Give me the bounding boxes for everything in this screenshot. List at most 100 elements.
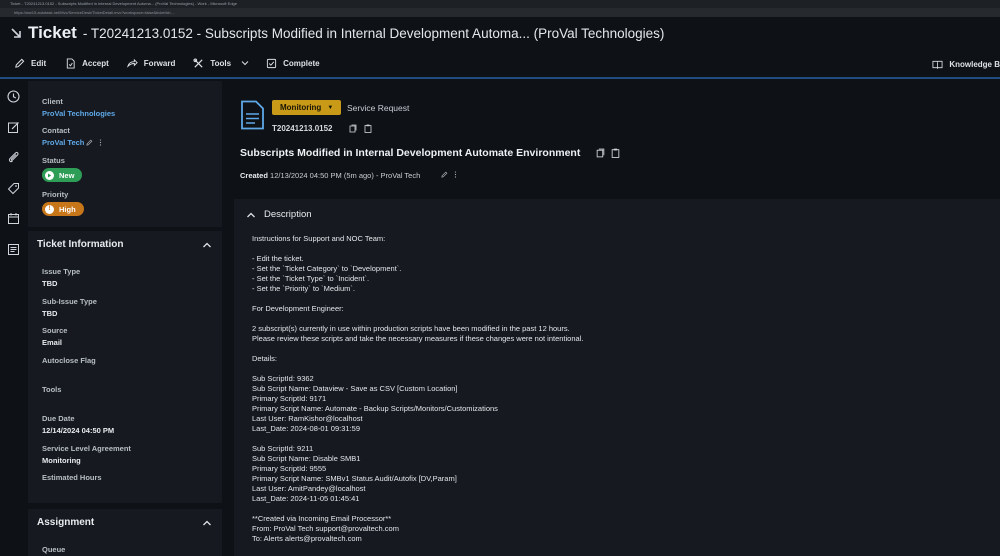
status-badge[interactable]: New <box>42 168 83 182</box>
source-label: Source <box>42 326 68 335</box>
chevron-up-icon[interactable] <box>202 240 212 250</box>
description-line: - Set the `Priority` to `Medium`. <box>252 284 355 293</box>
tag-icon[interactable] <box>7 182 20 195</box>
source-value: Email <box>42 338 63 347</box>
clock-icon[interactable] <box>7 90 20 103</box>
more-vertical-icon[interactable] <box>97 139 104 146</box>
clipboard-icon[interactable] <box>611 148 620 158</box>
priority-badge[interactable]: ! High <box>42 202 84 216</box>
queue-label: Queue <box>42 545 66 554</box>
complete-label: Complete <box>283 58 320 68</box>
status-value: New <box>59 170 75 180</box>
priority-label: Priority <box>42 190 69 199</box>
description-line: Details: <box>252 354 278 363</box>
ticket-header: Ticket - T20241213.0152 - Subscripts Mod… <box>0 17 1000 49</box>
description-line: Sub ScriptId: 9362 <box>252 374 314 383</box>
description-line: Primary ScriptId: 9555 <box>252 464 327 473</box>
description-line: Sub Script Name: Disable SMB1 <box>252 454 361 463</box>
contact-link[interactable]: ProVal Tech <box>42 138 84 147</box>
calendar-icon[interactable] <box>7 212 20 225</box>
description-body: Instructions for Support and NOC Team: - … <box>252 234 972 544</box>
ticket-information-title: Ticket Information <box>37 239 124 250</box>
clipboard-icon[interactable] <box>364 124 372 133</box>
accept-button[interactable]: Accept <box>65 48 109 78</box>
assignment-block: Queue <box>28 537 222 556</box>
description-line: Primary ScriptId: 9171 <box>252 394 327 403</box>
assignment-title: Assignment <box>37 517 95 528</box>
description-line <box>252 344 972 354</box>
description-line: 2 subscript(s) currently in use within p… <box>252 324 570 333</box>
knowledge-base-button[interactable]: Knowledge B <box>932 49 1000 79</box>
sla-value: Monitoring <box>42 456 81 465</box>
browser-url-bar[interactable]: https://ww15.autotask.net/Mvc/ServiceDes… <box>0 8 1000 17</box>
contact-edit-icon[interactable] <box>86 139 93 146</box>
description-line: Last User: RamKishor@localhost <box>252 414 363 423</box>
forward-button[interactable]: Forward <box>126 48 176 78</box>
tools-label: Tools <box>210 58 232 68</box>
description-line: To: Alerts alerts@provaltech.com <box>252 534 362 543</box>
page-subtitle: - T20241213.0152 - Subscripts Modified i… <box>82 25 665 41</box>
client-link[interactable]: ProVal Technologies <box>42 109 115 118</box>
created-info: Created 12/13/2024 04:50 PM (5m ago) - P… <box>240 171 420 180</box>
tools-field-label: Tools <box>42 385 62 394</box>
queue-tag-label: Monitoring <box>280 103 322 112</box>
forward-label: Forward <box>143 58 176 68</box>
description-line: - Set the `Ticket Type` to `Incident`. <box>252 274 370 283</box>
knowledge-base-label: Knowledge B <box>949 59 1000 69</box>
description-line: For Development Engineer: <box>252 304 344 313</box>
description-line: **Created via Incoming Email Processor** <box>252 514 392 523</box>
contact-edit-icon[interactable] <box>441 171 448 178</box>
description-header[interactable]: Description <box>246 209 312 220</box>
complete-button[interactable]: Complete <box>266 48 320 78</box>
edit-note-icon[interactable] <box>7 121 20 134</box>
issue-type-value: TBD <box>42 279 58 288</box>
assignment-header[interactable]: Assignment <box>28 509 222 537</box>
browser-title-bar: Ticket - T20241213.0152 - Subscripts Mod… <box>0 0 1000 8</box>
toolbar: Edit Accept Forward Tools Complete Knowl… <box>0 49 1000 79</box>
description-card: Description Instructions for Support and… <box>234 199 1000 556</box>
collapse-arrow-icon[interactable] <box>10 27 22 39</box>
description-line <box>252 314 972 324</box>
description-line: Primary Script Name: Automate - Backup S… <box>252 404 498 413</box>
description-line: Please review these scripts and take the… <box>252 334 584 343</box>
due-date-label: Due Date <box>42 414 75 423</box>
paperclip-icon[interactable] <box>7 151 20 164</box>
queue-tag-dropdown[interactable]: Monitoring ▼ <box>272 100 341 115</box>
sla-label: Service Level Agreement <box>42 444 131 453</box>
copy-icon[interactable] <box>596 148 605 158</box>
description-title: Description <box>264 209 312 220</box>
tools-button[interactable]: Tools <box>193 48 249 78</box>
status-dot-icon <box>45 170 54 180</box>
created-by[interactable]: - ProVal Tech <box>376 171 420 180</box>
ticket-information-header[interactable]: Ticket Information <box>28 231 222 259</box>
description-line <box>252 294 972 304</box>
more-vertical-icon[interactable] <box>452 171 459 178</box>
chevron-up-icon[interactable] <box>202 518 212 528</box>
list-form-icon[interactable] <box>7 243 20 256</box>
edit-label: Edit <box>31 58 47 68</box>
created-label: Created <box>240 171 268 180</box>
left-icon-rail <box>0 81 26 556</box>
pencil-icon <box>15 58 25 68</box>
page-title: Ticket <box>28 23 77 42</box>
description-line: From: ProVal Tech support@provaltech.com <box>252 524 399 533</box>
description-line: Sub ScriptId: 9211 <box>252 444 314 453</box>
autoclose-flag-label: Autoclose Flag <box>42 356 96 365</box>
document-icon <box>241 100 264 130</box>
checkbox-icon <box>267 58 277 68</box>
edit-button[interactable]: Edit <box>14 48 46 78</box>
sub-issue-type-label: Sub-Issue Type <box>42 297 97 306</box>
copy-icon[interactable] <box>349 124 357 133</box>
description-line <box>252 434 972 444</box>
contact-label: Contact <box>42 126 70 135</box>
tools-icon <box>193 57 203 68</box>
due-date-value: 12/14/2024 04:50 PM <box>42 426 115 435</box>
chevron-up-icon[interactable] <box>246 210 256 220</box>
chevron-down-icon <box>241 61 249 66</box>
created-date: 12/13/2024 04:50 PM (5m ago) <box>270 171 374 180</box>
description-line: Last_Date: 2024-11-05 01:45:41 <box>252 494 360 503</box>
description-line <box>252 244 972 254</box>
summary-block: Client ProVal Technologies Contact ProVa… <box>28 81 222 227</box>
description-line: - Set the `Ticket Category` to `Developm… <box>252 264 402 273</box>
description-line <box>252 364 972 374</box>
